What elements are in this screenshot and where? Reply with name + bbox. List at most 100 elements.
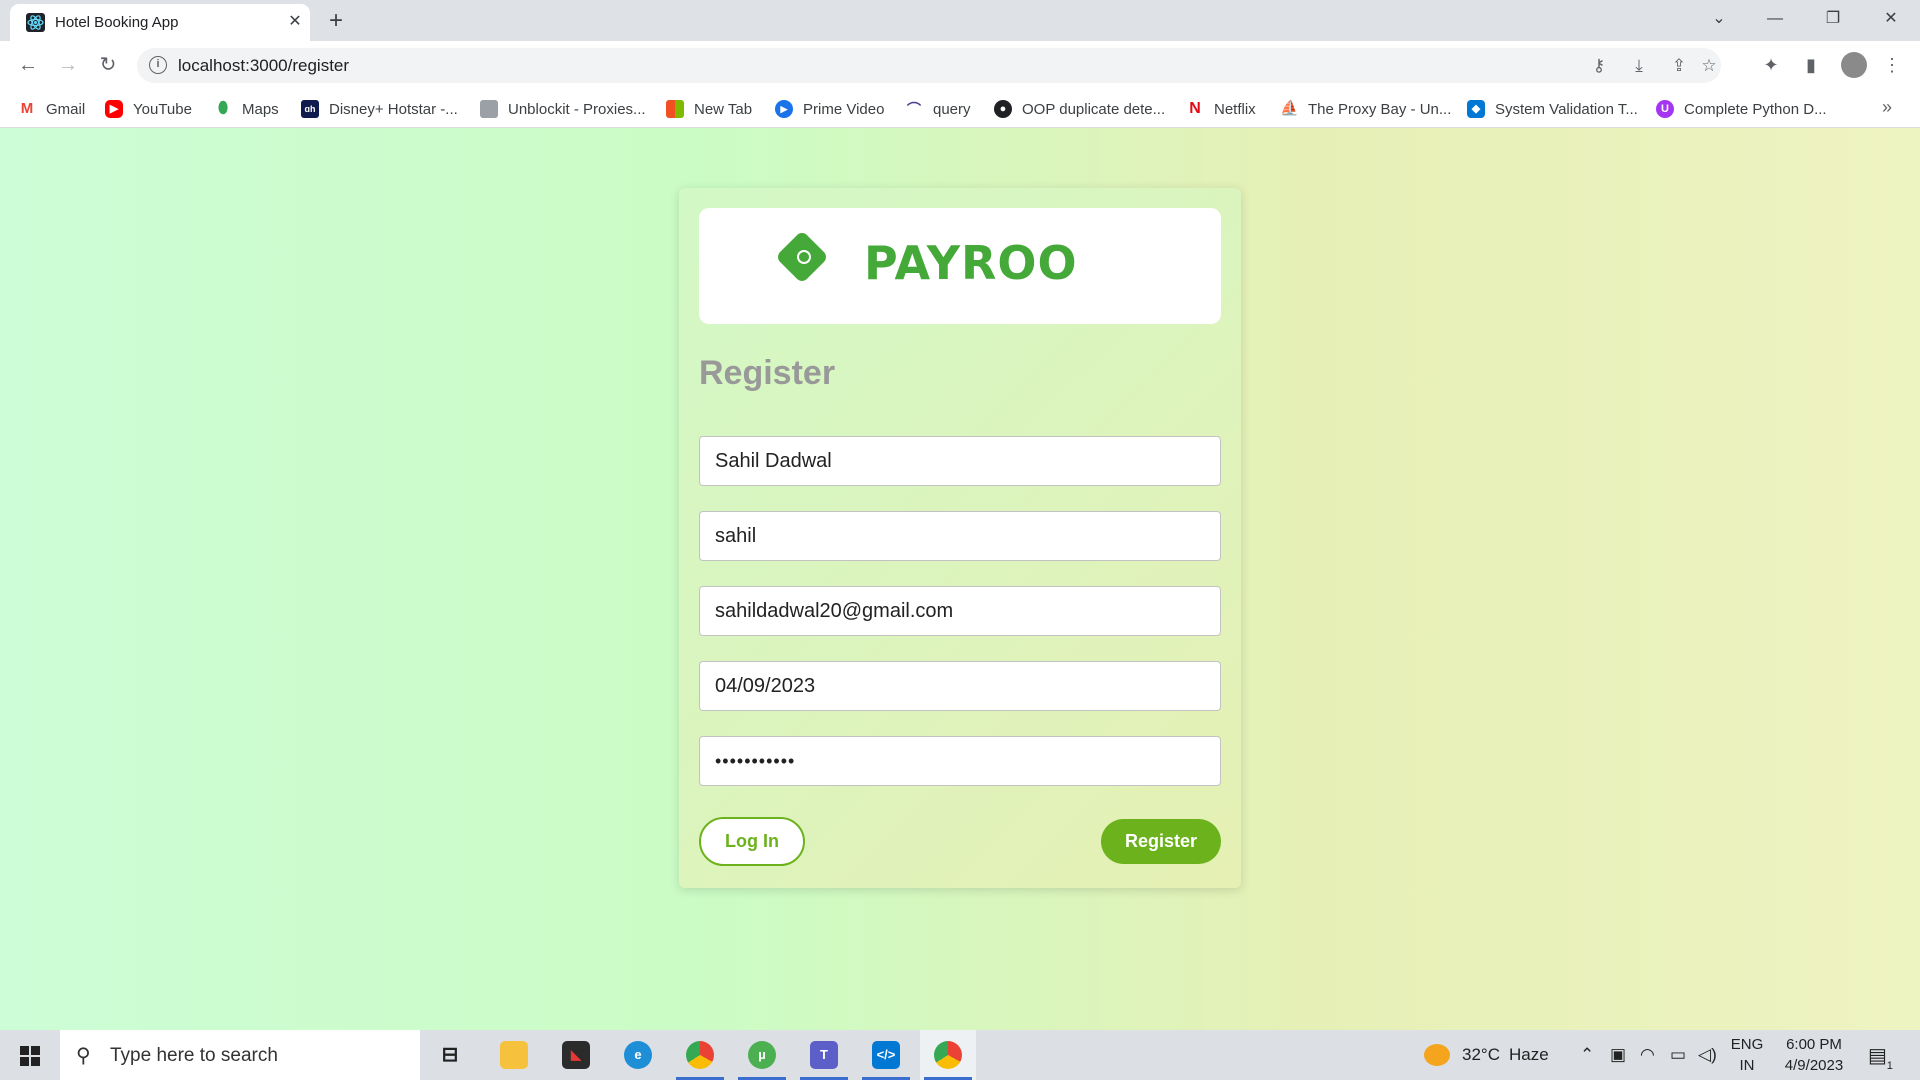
bookmark-youtube[interactable]: ▶ YouTube — [105, 98, 192, 120]
tab-search-chevron-icon[interactable]: ⌄ — [1696, 4, 1742, 34]
new-tab-button[interactable]: + — [322, 8, 350, 36]
key-icon[interactable]: ⚷ — [1588, 55, 1610, 77]
folder-icon — [500, 1041, 528, 1069]
password-field[interactable] — [699, 736, 1221, 786]
bookmark-system-validation[interactable]: ◆ System Validation T... — [1467, 98, 1638, 120]
lang-code: ENG — [1730, 1036, 1764, 1053]
bookmark-label: OOP duplicate dete... — [1022, 100, 1166, 118]
weather-temp: 32°C — [1462, 1045, 1500, 1064]
address-bar[interactable]: i localhost:3000/register ⚷ ⤓ ⇪ ☆ — [137, 48, 1721, 83]
tab-strip: Hotel Booking App ✕ + ⌄ — ❐ ✕ — [0, 0, 1920, 41]
bookmark-label: Prime Video — [803, 100, 885, 118]
weather-text: Haze — [1508, 1045, 1549, 1064]
task-view-icon: ⊟ — [441, 1044, 459, 1066]
bookmark-star-icon[interactable]: ☆ — [1698, 55, 1720, 77]
bookmark-label: Gmail — [46, 100, 86, 118]
taskbar-chrome[interactable] — [920, 1030, 976, 1080]
logo-ring — [797, 250, 811, 264]
side-panel-icon[interactable]: ▮ — [1799, 53, 1823, 77]
bookmark-query[interactable]: ⌒ query — [905, 98, 971, 120]
date-field[interactable] — [699, 661, 1221, 711]
bookmark-label: Disney+ Hotstar -... — [329, 100, 458, 118]
username-field[interactable] — [699, 511, 1221, 561]
bookmark-new-tab[interactable]: New Tab — [666, 98, 752, 120]
taskbar-chrome-profile[interactable] — [672, 1030, 728, 1080]
url-text[interactable]: localhost:3000/register — [178, 56, 349, 76]
taskbar-teams[interactable]: T — [796, 1030, 852, 1080]
edge-icon: e — [624, 1041, 652, 1069]
notification-center-button[interactable]: ▤ 1 — [1868, 1030, 1893, 1080]
logo-text: PAYROO — [864, 236, 1078, 290]
minimize-button[interactable]: — — [1752, 4, 1798, 34]
taskbar-vscode[interactable]: </> — [858, 1030, 914, 1080]
volume-icon[interactable]: ◁) — [1698, 1030, 1717, 1080]
email-field[interactable] — [699, 586, 1221, 636]
taskbar-utorrent[interactable]: µ — [734, 1030, 790, 1080]
bookmark-prime-video[interactable]: ▶ Prime Video — [775, 98, 884, 120]
register-button[interactable]: Register — [1101, 819, 1221, 864]
clock[interactable]: 6:00 PM 4/9/2023 — [1774, 1036, 1854, 1074]
install-app-icon[interactable]: ⤓ — [1628, 55, 1650, 77]
bookmark-unblockit[interactable]: Unblockit - Proxies... — [480, 98, 646, 120]
prime-video-icon: ▶ — [775, 100, 793, 118]
bookmark-github[interactable]: ● OOP duplicate dete... — [994, 98, 1165, 120]
windows-tiles-icon — [666, 100, 684, 118]
windows-logo-icon — [20, 1046, 40, 1066]
start-button[interactable] — [0, 1030, 60, 1080]
browser-toolbar: ← → ↻ i localhost:3000/register ⚷ ⤓ ⇪ ☆ … — [0, 41, 1920, 89]
back-button[interactable]: ← — [14, 51, 42, 79]
taskbar-file-explorer[interactable] — [486, 1030, 542, 1080]
chrome-icon — [934, 1041, 962, 1069]
task-view-button[interactable]: ⊟ — [422, 1030, 478, 1080]
bookmark-proxy-bay[interactable]: ⛵ The Proxy Bay - Un... — [1280, 98, 1451, 120]
close-window-button[interactable]: ✕ — [1868, 4, 1914, 34]
bookmark-label: YouTube — [133, 100, 192, 118]
share-icon[interactable]: ⇪ — [1668, 55, 1690, 77]
taskbar-game-app[interactable]: ◣ — [548, 1030, 604, 1080]
weather-widget[interactable]: 32°C Haze — [1424, 1030, 1549, 1080]
bookmark-netflix[interactable]: N Netflix — [1186, 98, 1256, 120]
haze-sun-icon — [1424, 1044, 1450, 1066]
bookmark-hotstar[interactable]: ɑh Disney+ Hotstar -... — [301, 98, 458, 120]
bookmark-label: The Proxy Bay - Un... — [1308, 100, 1452, 118]
racing-game-icon: ◣ — [562, 1041, 590, 1069]
menu-kebab-icon[interactable]: ⋮ — [1880, 53, 1904, 77]
react-icon — [26, 13, 45, 32]
gmail-icon: M — [18, 100, 36, 118]
unblockit-icon — [480, 100, 498, 118]
chrome-icon — [686, 1041, 714, 1069]
login-button[interactable]: Log In — [699, 817, 805, 866]
bookmark-maps[interactable]: ⬮ Maps — [214, 98, 279, 120]
vscode-icon: </> — [872, 1041, 900, 1069]
bookmark-label: System Validation T... — [1495, 100, 1638, 118]
bookmarks-overflow-icon[interactable]: » — [1882, 97, 1892, 118]
youtube-icon: ▶ — [105, 100, 123, 118]
maps-icon: ⬮ — [214, 100, 232, 118]
bookmark-label: Maps — [242, 100, 279, 118]
name-field[interactable] — [699, 436, 1221, 486]
taskbar-edge[interactable]: e — [610, 1030, 666, 1080]
tab-close-icon[interactable]: ✕ — [284, 11, 306, 33]
windows-taskbar: ⚲ Type here to search ⊟ ◣ e µ T </> 32°C… — [0, 1030, 1920, 1080]
restore-button[interactable]: ❐ — [1810, 4, 1856, 34]
bookmark-python[interactable]: U Complete Python D... — [1656, 98, 1827, 120]
taskbar-search-box[interactable]: ⚲ Type here to search — [60, 1030, 420, 1080]
wifi-icon[interactable]: ◠ — [1640, 1030, 1655, 1080]
query-icon: ⌒ — [905, 100, 923, 118]
netflix-icon: N — [1186, 100, 1204, 118]
udemy-icon: U — [1656, 100, 1674, 118]
forward-button[interactable]: → — [54, 51, 82, 79]
bookmark-gmail[interactable]: M Gmail — [18, 98, 85, 120]
meet-now-icon[interactable]: ▣ — [1610, 1030, 1626, 1080]
teams-icon: T — [810, 1041, 838, 1069]
extensions-puzzle-icon[interactable]: ✦ — [1759, 53, 1783, 77]
clock-time: 6:00 PM — [1786, 1036, 1842, 1053]
site-info-icon[interactable]: i — [149, 56, 167, 74]
language-indicator[interactable]: ENG IN — [1726, 1036, 1768, 1074]
bookmark-label: Netflix — [1214, 100, 1256, 118]
profile-avatar[interactable] — [1841, 52, 1867, 78]
tab-hotel-booking-app[interactable]: Hotel Booking App ✕ — [10, 4, 310, 41]
battery-icon[interactable]: ▭ — [1670, 1030, 1686, 1080]
reload-button[interactable]: ↻ — [94, 51, 122, 79]
tray-chevron-icon[interactable]: ⌃ — [1580, 1030, 1594, 1080]
